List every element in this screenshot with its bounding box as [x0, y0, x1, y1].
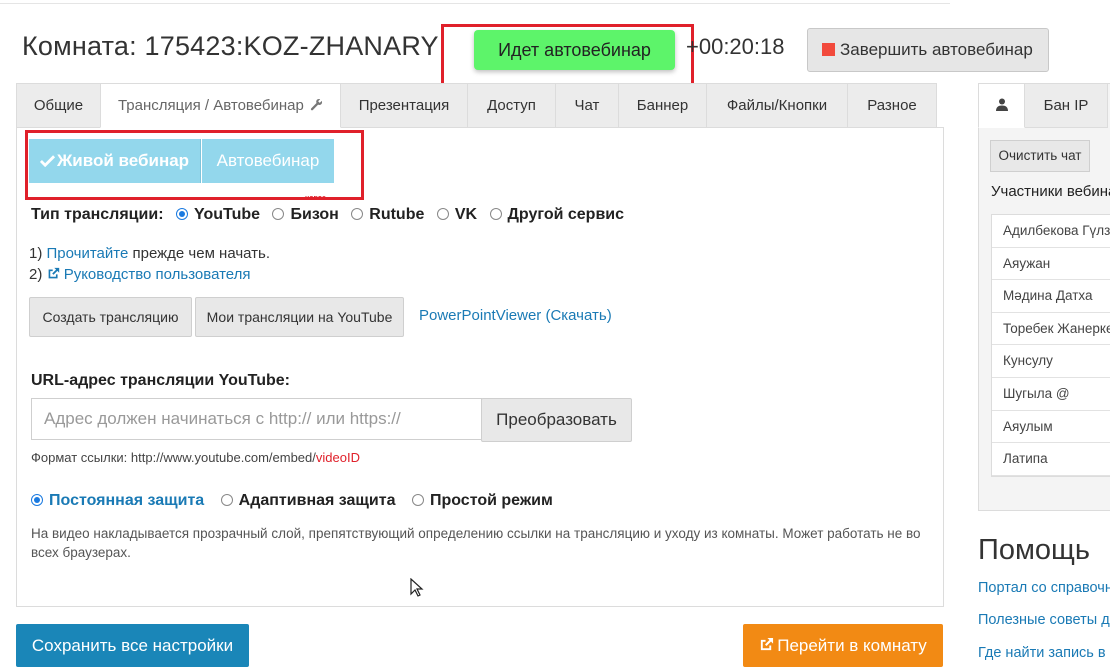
radio-rutube[interactable] — [351, 208, 364, 220]
step-2: 2) Руководство пользователя — [29, 266, 251, 283]
url-format-video-id: videoID — [315, 450, 360, 465]
stream-type-label: Тип трансляции: — [31, 206, 164, 223]
list-item[interactable]: Торебек Жанерке — [992, 313, 1110, 346]
stream-url-input[interactable] — [31, 398, 482, 440]
stream-type-youtube[interactable]: YouTube — [175, 206, 261, 223]
powerpoint-viewer-link[interactable]: PowerPointViewer (Скачать) — [419, 307, 612, 324]
webinar-timer: +00:20:18 — [686, 34, 785, 59]
stream-type-bizon-label: Бизон — [290, 206, 339, 223]
room-title: Комната: 175423:KOZ-ZHANARY — [22, 31, 439, 61]
stop-square-icon — [822, 43, 835, 56]
tab-ban-ip[interactable]: Бан IP — [1024, 83, 1108, 128]
tab-general-label: Общие — [33, 97, 84, 114]
save-all-settings-button[interactable]: Сохранить все настройки — [16, 624, 249, 667]
tab-chat[interactable]: Чат — [555, 83, 619, 128]
convert-button[interactable]: Преобразовать — [481, 398, 632, 442]
list-item[interactable]: Аяулым — [992, 411, 1110, 444]
tab-misc[interactable]: Разное — [847, 83, 937, 128]
top-divider — [0, 0, 950, 4]
tab-chat-label: Чат — [574, 97, 600, 114]
radio-other[interactable] — [489, 208, 502, 220]
radio-bizon[interactable] — [272, 208, 285, 220]
tab-presentation-label: Презентация — [358, 97, 450, 114]
wrench-icon — [310, 99, 323, 111]
protection-permanent[interactable]: Постоянная защита — [31, 492, 204, 509]
my-youtube-streams-button[interactable]: Мои трансляции на YouTube — [195, 297, 404, 337]
protection-simple[interactable]: Простой режим — [411, 492, 553, 509]
tab-broadcast-label: Трансляция / Автовебинар — [117, 97, 304, 114]
create-stream-button[interactable]: Создать трансляцию — [29, 297, 192, 337]
radio-vk[interactable] — [436, 208, 449, 220]
external-link-icon — [761, 637, 774, 651]
protection-adaptive-label: Адаптивная защита — [238, 492, 396, 509]
stream-type-rutube-label: Rutube — [369, 206, 425, 223]
list-item[interactable]: Кунсулу — [992, 345, 1110, 378]
tab-access-label: Доступ — [487, 97, 536, 114]
mode-highlight-frame — [25, 130, 364, 200]
stream-type-row: Тип трансляции: YouTube Бизон Rutube VK … — [31, 206, 624, 224]
tab-misc-label: Разное — [867, 97, 917, 114]
go-to-room-label: Перейти в комнату — [777, 636, 927, 655]
stream-type-vk-label: VK — [454, 206, 478, 223]
step-1: 1) Прочитайте прежде чем начать. — [29, 245, 270, 262]
status-highlight-frame — [441, 24, 694, 87]
list-item[interactable]: Адилбекова Гүлз — [992, 215, 1110, 248]
stream-type-youtube-label: YouTube — [193, 206, 261, 223]
tab-general[interactable]: Общие — [16, 83, 101, 128]
step-1-text: прежде чем начать. — [128, 245, 271, 262]
tab-access[interactable]: Доступ — [467, 83, 556, 128]
participants-list: Адилбекова Гүлз Аяужан Мәдина Датха Торе… — [991, 214, 1110, 477]
list-item[interactable]: Аяужан — [992, 248, 1110, 281]
stream-type-rutube[interactable]: Rutube — [351, 206, 424, 223]
stream-type-vk[interactable]: VK — [436, 206, 478, 223]
stream-type-other[interactable]: Другой сервис — [489, 206, 625, 223]
stream-type-bizon[interactable]: Бизон — [272, 206, 339, 223]
protection-adaptive[interactable]: Адаптивная защита — [220, 492, 396, 509]
finish-autowebinar-label: Завершить автовебинар — [840, 40, 1033, 59]
tab-users[interactable] — [978, 83, 1025, 128]
radio-youtube[interactable] — [175, 208, 188, 220]
go-to-room-button[interactable]: Перейти в комнату — [743, 624, 943, 667]
list-item[interactable]: Шугыла @ — [992, 378, 1110, 411]
help-link-tips[interactable]: Полезные советы д — [978, 612, 1110, 628]
url-format-prefix: Формат ссылки: http://www.youtube.com/em… — [31, 450, 316, 465]
user-guide-link[interactable]: Руководство пользователя — [64, 266, 251, 283]
url-format-hint: Формат ссылки: http://www.youtube.com/em… — [31, 450, 360, 465]
help-title: Помощь — [978, 534, 1091, 566]
read-first-link[interactable]: Прочитайте — [47, 245, 129, 262]
radio-adaptive-protection[interactable] — [220, 494, 233, 506]
mouse-cursor-icon — [410, 578, 424, 597]
protection-mode-row: Постоянная защита Адаптивная защита Прос… — [31, 492, 553, 510]
stream-url-label: URL-адрес трансляции YouTube: — [31, 372, 290, 389]
list-item[interactable]: Латипа — [992, 443, 1110, 476]
protection-simple-label: Простой режим — [429, 492, 553, 509]
tab-files-buttons[interactable]: Файлы/Кнопки — [706, 83, 848, 128]
clear-chat-button[interactable]: Очистить чат — [990, 140, 1090, 172]
tab-files-buttons-label: Файлы/Кнопки — [726, 97, 828, 114]
external-link-icon — [48, 267, 59, 279]
protection-description: На видео накладывается прозрачный слой, … — [31, 526, 921, 560]
new-badge: новое — [305, 195, 326, 202]
protection-permanent-label: Постоянная защита — [49, 492, 205, 509]
stream-type-other-label: Другой сервис — [507, 206, 625, 223]
radio-simple-mode[interactable] — [411, 494, 424, 506]
help-link-recording[interactable]: Где найти запись в — [978, 645, 1106, 661]
finish-autowebinar-button[interactable]: Завершить автовебинар — [807, 28, 1049, 72]
tab-broadcast[interactable]: Трансляция / Автовебинар — [100, 83, 341, 128]
tab-banner[interactable]: Баннер — [618, 83, 707, 128]
tab-banner-label: Баннер — [636, 97, 689, 114]
step-1-number: 1) — [29, 245, 43, 262]
step-2-number: 2) — [29, 266, 43, 283]
participants-title: Участники вебина — [991, 183, 1110, 200]
user-icon — [995, 98, 1008, 111]
tab-presentation[interactable]: Презентация — [340, 83, 468, 128]
radio-permanent-protection[interactable] — [31, 494, 43, 506]
list-item[interactable]: Мәдина Датха — [992, 280, 1110, 313]
help-link-portal[interactable]: Портал со справочн — [978, 580, 1110, 596]
